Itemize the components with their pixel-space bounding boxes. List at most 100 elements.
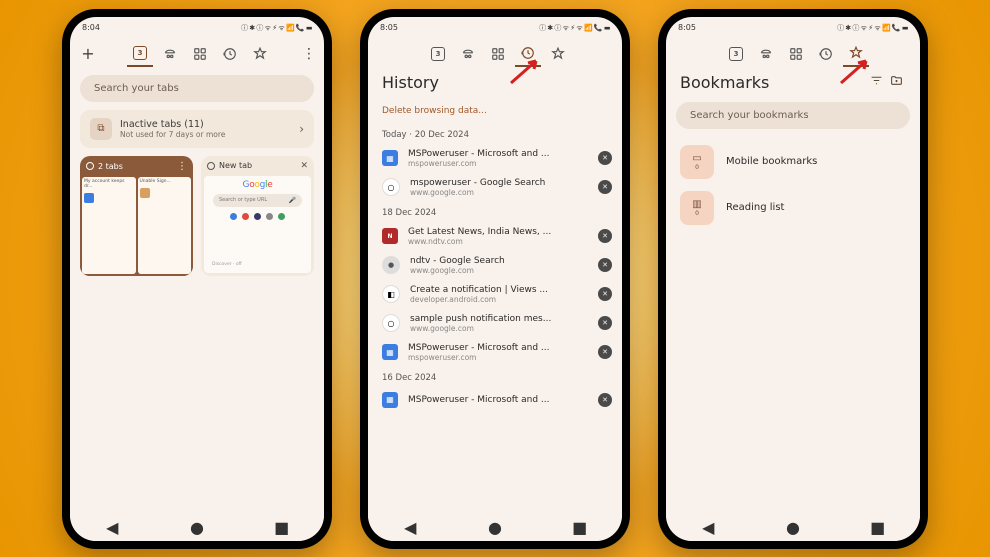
favicon: ● [382,256,400,274]
history-item[interactable]: ▦MSPoweruser - Microsoft and ...✕ [368,387,622,413]
shortcut-icon[interactable] [278,213,285,220]
history-item[interactable]: ◧Create a notification | Views ...develo… [368,280,622,309]
history-item[interactable]: ●ndtv - Google Searchwww.google.com✕ [368,251,622,280]
back-key[interactable]: ◀ [403,521,417,535]
phone-bookmarks: 8:05 ⓘ ✱ ⓘ ᯤ ⚡ ᯤ 📶 📞 ▬ 3 Bookmarks [658,9,928,549]
delete-item-icon[interactable]: ✕ [598,151,612,165]
status-time: 8:04 [82,23,100,32]
history-date-header: Today · 20 Dec 2024 [368,124,622,144]
globe-icon [207,162,215,170]
history-icon[interactable] [515,41,541,67]
tabs-toolbar: + 3 ⋮ [70,37,324,71]
history-icon[interactable] [813,41,839,67]
favicon: N [382,228,398,244]
status-icons: ⓘ ✱ ⓘ ᯤ ⚡ ᯤ 📶 📞 ▬ [837,23,908,33]
favicon: ◧ [382,285,400,303]
tab-groups-icon[interactable] [485,41,511,67]
delete-item-icon[interactable]: ✕ [598,258,612,272]
home-key[interactable]: ● [786,521,800,535]
new-tab-button[interactable]: + [76,44,100,63]
history-url: mspoweruser.com [408,159,588,168]
shortcut-icon[interactable] [254,213,261,220]
history-title: MSPoweruser - Microsoft and ... [408,149,588,159]
history-url: www.ndtv.com [408,237,588,246]
history-title: Create a notification | Views ... [410,285,588,295]
back-key[interactable]: ◀ [701,521,715,535]
incognito-icon[interactable] [157,41,183,67]
new-tab-card[interactable]: New tab ✕ Google Search or type URL 🎤 [201,156,314,276]
delete-item-icon[interactable]: ✕ [598,229,612,243]
folder-icon: ▥0 [680,191,714,225]
item-count: 0 [695,164,699,171]
bookmarks-icon[interactable] [843,41,869,67]
group-menu-icon[interactable]: ⋮ [177,161,187,172]
history-title: MSPoweruser - Microsoft and ... [408,395,588,405]
tab-groups-icon[interactable] [187,41,213,67]
incognito-icon[interactable] [753,41,779,67]
bookmark-folder[interactable]: ▥0Reading list [666,185,920,231]
shortcut-icon[interactable] [266,213,273,220]
history-title: MSPoweruser - Microsoft and ... [408,343,588,353]
inactive-tabs-card[interactable]: ⧉ Inactive tabs (11) Not used for 7 days… [80,110,314,148]
screen-bookmarks: 8:05 ⓘ ✱ ⓘ ᯤ ⚡ ᯤ 📶 📞 ▬ 3 Bookmarks [666,17,920,541]
discover-label: Discover · off [208,260,246,269]
status-icons: ⓘ ✱ ⓘ ᯤ ⚡ ᯤ 📶 📞 ▬ [241,23,312,33]
filter-icon[interactable] [866,74,886,90]
item-count: 0 [695,210,699,217]
delete-browsing-data-link[interactable]: Delete browsing data... [368,100,622,124]
tab-group-card[interactable]: 2 tabs ⋮ My account keeps dr... Unable S… [80,156,193,276]
history-url: mspoweruser.com [408,353,588,362]
delete-item-icon[interactable]: ✕ [598,316,612,330]
new-folder-icon[interactable] [886,74,906,90]
tab-groups-icon[interactable] [783,41,809,67]
history-item[interactable]: ○sample push notification mes...www.goog… [368,309,622,338]
search-tabs-input[interactable]: Search your tabs [80,75,314,102]
delete-item-icon[interactable]: ✕ [598,393,612,407]
bookmark-folder[interactable]: ▭0Mobile bookmarks [666,139,920,185]
inactive-title: Inactive tabs (11) [120,119,291,130]
history-item[interactable]: ▦MSPoweruser - Microsoft and ...mspoweru… [368,338,622,367]
bookmarks-icon[interactable] [545,41,571,67]
bookmarks-toolbar: 3 [666,37,920,71]
incognito-icon[interactable] [455,41,481,67]
page-title: History [368,71,622,100]
search-bookmarks-input[interactable]: Search your bookmarks [676,102,910,129]
tab-switcher-icon[interactable]: 3 [723,41,749,67]
history-icon[interactable] [217,41,243,67]
history-item[interactable]: N Get Latest News, India News, ...www.ndt… [368,222,622,251]
history-title: Get Latest News, India News, ... [408,227,588,237]
mini-tab[interactable]: My account keeps dr... [82,177,136,274]
page-title: Bookmarks [680,73,866,92]
bookmarks-icon[interactable] [247,41,273,67]
history-toolbar: 3 [368,37,622,71]
recents-key[interactable]: ■ [871,521,885,535]
group-color-dot [86,162,94,170]
recents-key[interactable]: ■ [275,521,289,535]
shortcut-icon[interactable] [242,213,249,220]
history-date-header: 18 Dec 2024 [368,202,622,222]
home-key[interactable]: ● [488,521,502,535]
delete-item-icon[interactable]: ✕ [598,287,612,301]
status-time: 8:05 [380,23,398,32]
history-item[interactable]: ○mspoweruser - Google Searchwww.google.c… [368,173,622,202]
favicon: ○ [382,314,400,332]
delete-item-icon[interactable]: ✕ [598,345,612,359]
mini-tab[interactable]: Unable Sign... [138,177,192,274]
tab-switcher-icon[interactable]: 3 [127,41,153,67]
group-title: 2 tabs [98,162,123,171]
history-item[interactable]: ▦MSPoweruser - Microsoft and ...mspoweru… [368,144,622,173]
history-date-header: 16 Dec 2024 [368,367,622,387]
home-key[interactable]: ● [190,521,204,535]
tab-switcher-icon[interactable]: 3 [425,41,451,67]
close-icon[interactable]: ✕ [300,161,308,171]
google-search-bar[interactable]: Search or type URL 🎤 [213,194,302,207]
back-key[interactable]: ◀ [105,521,119,535]
overflow-menu-icon[interactable]: ⋮ [300,46,318,62]
tab-count: 3 [133,46,147,60]
shortcut-icon[interactable] [230,213,237,220]
recents-key[interactable]: ■ [573,521,587,535]
android-navbar: ◀ ● ■ [666,515,920,541]
screen-history: 8:05 ⓘ ✱ ⓘ ᯤ ⚡ ᯤ 📶 📞 ▬ 3 History Delete … [368,17,622,541]
delete-item-icon[interactable]: ✕ [598,180,612,194]
status-bar: 8:05 ⓘ ✱ ⓘ ᯤ ⚡ ᯤ 📶 📞 ▬ [666,17,920,37]
